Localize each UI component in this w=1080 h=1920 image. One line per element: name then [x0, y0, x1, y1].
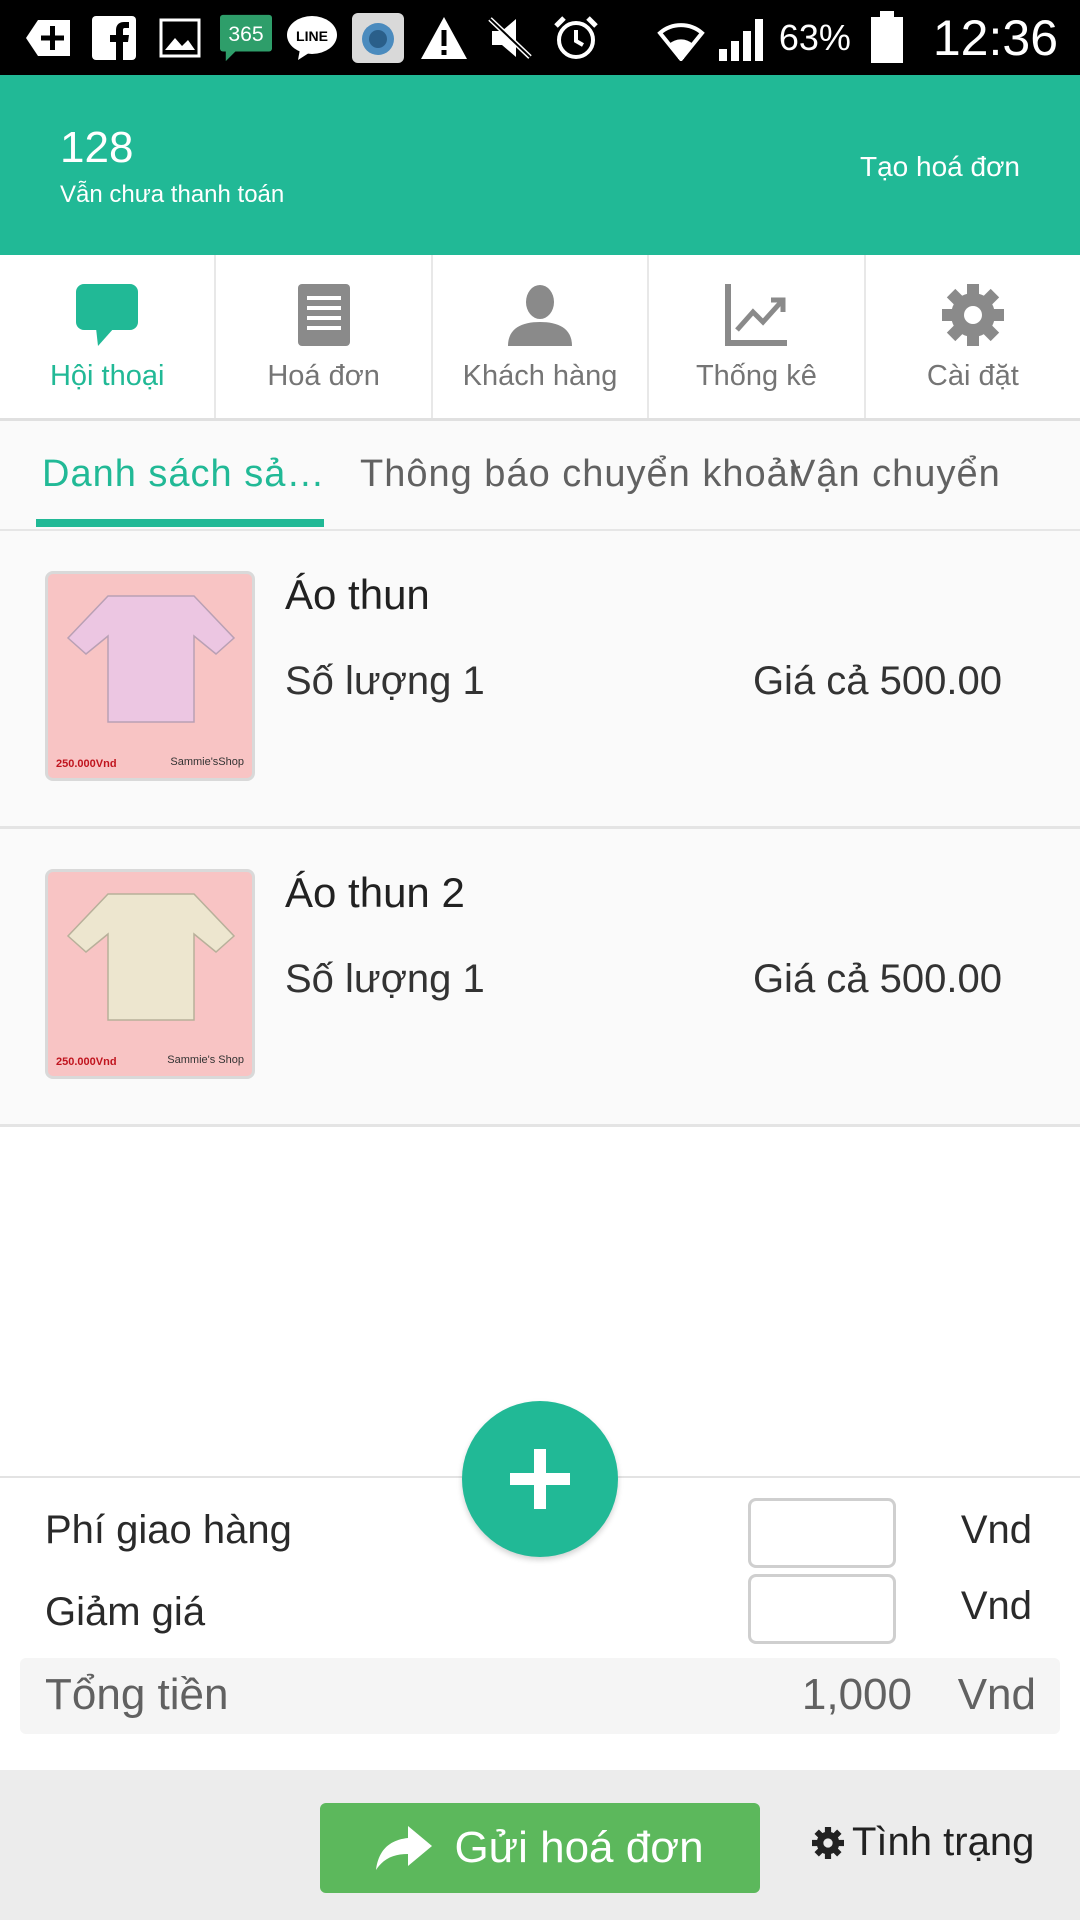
warning-icon [418, 12, 470, 64]
chart-icon [725, 280, 788, 350]
unpaid-label: Vẫn chưa thanh toán [60, 181, 285, 208]
nav-item-statistics[interactable]: Thống kê [649, 255, 866, 418]
active-tab-indicator [36, 519, 324, 527]
app-header: 128 Vẫn chưa thanh toán Tạo hoá đơn [0, 75, 1080, 255]
status-button[interactable]: Tình trạng [812, 1820, 1034, 1865]
clock: 12:36 [932, 9, 1058, 66]
share-arrow-icon [376, 1826, 433, 1870]
tab-transfer-notice[interactable]: Thông báo chuyển khoản [360, 453, 800, 496]
product-quantity: Số lượng 1 [285, 659, 485, 703]
tshirt-image [66, 893, 236, 1021]
person-icon [508, 280, 573, 350]
add-box-icon [22, 12, 74, 64]
nav-label-statistics: Thống kê [695, 360, 817, 392]
add-product-button[interactable] [462, 1401, 618, 1557]
status-label: Tình trạng [852, 1820, 1035, 1864]
discount-label: Giảm giá [45, 1590, 206, 1634]
product-price: Giá cả 500.00 [752, 957, 1002, 1001]
document-icon [297, 280, 350, 350]
mute-icon [484, 12, 536, 64]
discount-input[interactable] [748, 1574, 896, 1644]
send-invoice-label: Gửi hoá đơn [454, 1823, 704, 1872]
total-row: Tổng tiền 1,000 Vnd [20, 1658, 1060, 1734]
product-price: Giá cả 500.00 [752, 659, 1002, 703]
plus-icon [510, 1449, 570, 1509]
product-name: Áo thun 2 [285, 869, 465, 916]
365-app-icon: 365 [220, 12, 272, 64]
nav-item-conversation[interactable]: Hội thoại [0, 255, 217, 418]
nav-item-customers[interactable]: Khách hàng [433, 255, 650, 418]
nav-label-customers: Khách hàng [462, 360, 618, 392]
thumbnail-shop-name: Sammie'sShop [170, 756, 244, 768]
thumbnail-shop-name: Sammie's Shop [167, 1054, 244, 1066]
total-label: Tổng tiền [45, 1670, 229, 1719]
product-quantity: Số lượng 1 [285, 957, 485, 1001]
thumbnail-price-tag: 250.000Vnd [56, 1056, 117, 1068]
chat-bubble-icon [76, 280, 139, 350]
create-invoice-button[interactable]: Tạo hoá đơn [860, 151, 1020, 183]
status-bar: 365 LINE 63% 12:36 [0, 0, 1080, 75]
product-name: Áo thun [285, 571, 430, 618]
main-nav: Hội thoại Hoá đơn Khách hàng Thống kê Cà… [0, 255, 1080, 421]
nav-item-settings[interactable]: Cài đặt [866, 255, 1080, 418]
shipping-fee-unit: Vnd [960, 1508, 1032, 1552]
thumbnail-price-tag: 250.000Vnd [56, 758, 117, 770]
gear-icon [941, 280, 1004, 350]
battery-percent: 63% [778, 16, 851, 58]
nav-label-settings: Cài đặt [926, 360, 1019, 392]
alarm-icon [550, 12, 602, 64]
action-bar: Gửi hoá đơn Tình trạng [0, 1770, 1080, 1920]
total-value: 1,000 [801, 1670, 912, 1719]
sub-tabs: Danh sách sả… Thông báo chuyển khoản Vận… [0, 421, 1080, 531]
facebook-icon [88, 12, 140, 64]
wifi-icon [655, 12, 707, 64]
shipping-fee-input[interactable] [748, 1498, 896, 1568]
product-thumbnail: 250.000Vnd Sammie'sShop [45, 571, 255, 781]
unpaid-count: 128 [60, 123, 134, 172]
send-invoice-button[interactable]: Gửi hoá đơn [320, 1803, 760, 1893]
camera-app-icon [352, 12, 404, 64]
nav-label-conversation: Hội thoại [49, 360, 165, 392]
shipping-fee-label: Phí giao hàng [45, 1508, 292, 1552]
signal-icon [717, 12, 769, 64]
tab-product-list[interactable]: Danh sách sả… [42, 453, 325, 496]
nav-item-invoice[interactable]: Hoá đơn [216, 255, 433, 418]
gear-icon [812, 1826, 844, 1859]
image-icon [154, 12, 206, 64]
product-thumbnail: 250.000Vnd Sammie's Shop [45, 869, 255, 1079]
line-label: LINE [296, 28, 328, 44]
tab-shipping[interactable]: Vận chuyển [790, 453, 1001, 496]
total-unit: Vnd [957, 1670, 1036, 1719]
product-row[interactable]: 250.000Vnd Sammie'sShop Áo thun Số lượng… [0, 531, 1080, 829]
battery-icon [861, 10, 913, 64]
line-icon: LINE [286, 12, 338, 64]
app-badge-label: 365 [228, 22, 263, 45]
nav-label-invoice: Hoá đơn [267, 360, 380, 392]
tshirt-image [66, 595, 236, 723]
discount-unit: Vnd [960, 1584, 1032, 1628]
product-row[interactable]: 250.000Vnd Sammie's Shop Áo thun 2 Số lư… [0, 829, 1080, 1127]
